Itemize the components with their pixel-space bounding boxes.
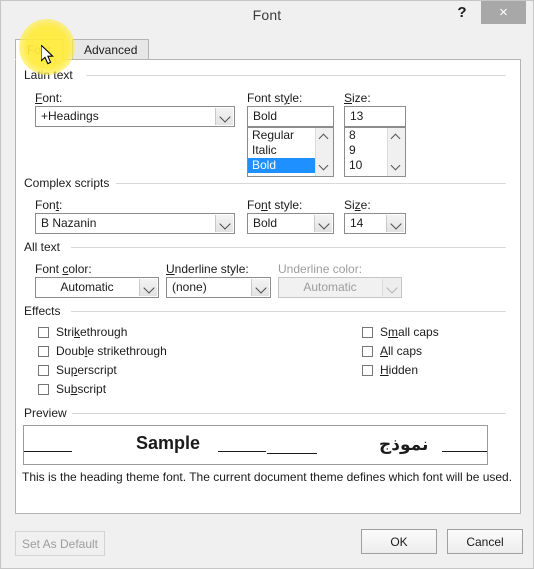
cs-style-value: Bold	[253, 216, 278, 230]
underline-color-label: Underline color:	[278, 262, 363, 276]
cancel-button[interactable]: Cancel	[447, 529, 523, 554]
scroll-down-icon[interactable]	[316, 159, 333, 175]
cs-style-combo[interactable]: Bold	[247, 213, 334, 234]
cs-size-combo[interactable]: 14	[344, 213, 406, 234]
underline-color-combo: Automatic	[278, 277, 402, 298]
font-tab-panel: Latin text Font: +Headings Font style: B…	[15, 59, 521, 514]
font-color-label: Font color:	[35, 262, 92, 276]
cs-font-label: Font:	[35, 198, 63, 212]
latin-size-input[interactable]: 13	[344, 106, 406, 127]
group-rule-all-text	[71, 247, 506, 248]
latin-style-scrollbar[interactable]	[315, 128, 333, 176]
group-label-all-text: All text	[24, 240, 66, 254]
checkbox-icon[interactable]	[38, 384, 49, 395]
close-icon[interactable]: ×	[481, 1, 526, 24]
checkbox-icon[interactable]	[362, 346, 373, 357]
preview-latin-sample: Sample	[136, 433, 201, 453]
latin-style-listbox[interactable]: Regular Italic Bold	[247, 127, 334, 177]
preview-complex-sample: نموذج	[379, 435, 429, 455]
chevron-down-icon[interactable]	[314, 215, 332, 232]
tab-font[interactable]: Font	[15, 39, 64, 60]
list-item[interactable]: Bold	[248, 158, 316, 173]
checkbox-icon[interactable]	[38, 346, 49, 357]
list-item[interactable]: 8	[345, 128, 388, 143]
group-rule-complex-scripts	[116, 183, 506, 184]
chevron-down-icon[interactable]	[139, 279, 157, 296]
font-color-value: Automatic	[60, 280, 114, 294]
chevron-down-icon	[382, 279, 400, 296]
checkbox-icon[interactable]	[362, 365, 373, 376]
cs-font-value: B Nazanin	[41, 216, 97, 230]
scroll-up-icon[interactable]	[316, 129, 333, 145]
checkbox-label: Strikethrough	[56, 325, 128, 339]
cs-size-value: 14	[350, 216, 364, 230]
underline-style-value: (none)	[172, 280, 207, 294]
preview-dash	[267, 452, 317, 454]
tab-strip: Font Advanced	[15, 39, 521, 60]
checkbox-icon[interactable]	[38, 327, 49, 338]
latin-style-value: Bold	[253, 109, 278, 123]
latin-size-listbox[interactable]: 8 9 10	[344, 127, 406, 177]
cs-font-combo[interactable]: B Nazanin	[35, 213, 235, 234]
ok-button[interactable]: OK	[361, 529, 437, 554]
latin-size-label: Size:	[344, 91, 371, 105]
title-bar: Font ? ×	[1, 1, 533, 29]
list-item[interactable]: Regular	[248, 128, 316, 143]
cs-size-label: Size:	[344, 198, 371, 212]
latin-size-list-items: 8 9 10	[345, 128, 388, 176]
group-rule-effects	[71, 311, 506, 312]
list-item[interactable]: Italic	[248, 143, 316, 158]
help-icon[interactable]: ?	[449, 1, 475, 25]
checkbox-icon[interactable]	[38, 365, 49, 376]
tab-advanced[interactable]: Advanced	[72, 39, 150, 60]
list-item[interactable]: 10	[345, 158, 388, 173]
underline-style-label: Underline style:	[166, 262, 249, 276]
cs-style-label: Font style:	[247, 198, 303, 212]
group-label-preview: Preview	[24, 406, 72, 420]
font-dialog: Font ? × Font Advanced Latin text Font: …	[0, 0, 534, 569]
chevron-down-icon[interactable]	[251, 279, 269, 296]
checkbox-label: All caps	[380, 344, 423, 358]
scroll-down-icon[interactable]	[388, 159, 405, 175]
latin-style-input[interactable]: Bold	[247, 106, 334, 127]
chevron-down-icon[interactable]	[215, 108, 233, 125]
latin-font-combo[interactable]: +Headings	[35, 106, 235, 127]
latin-size-value: 13	[350, 109, 364, 123]
scroll-up-icon[interactable]	[388, 129, 405, 145]
checkbox-label: Small caps	[380, 325, 439, 339]
chevron-down-icon[interactable]	[386, 215, 404, 232]
checkbox-label: Superscript	[56, 363, 117, 377]
preview-dash	[24, 450, 72, 452]
latin-font-value: +Headings	[41, 109, 99, 123]
set-as-default-button: Set As Default	[15, 531, 105, 556]
underline-color-value: Automatic	[303, 280, 357, 294]
latin-size-scrollbar[interactable]	[387, 128, 405, 176]
checkbox-icon[interactable]	[362, 327, 373, 338]
chevron-down-icon[interactable]	[215, 215, 233, 232]
preview-dash	[442, 450, 487, 452]
list-item[interactable]: 9	[345, 143, 388, 158]
underline-style-combo[interactable]: (none)	[166, 277, 271, 298]
group-label-effects: Effects	[24, 304, 66, 318]
group-rule-preview	[71, 413, 506, 414]
latin-font-label: Font:	[35, 91, 63, 105]
latin-style-list-items: Regular Italic Bold	[248, 128, 316, 176]
checkbox-label: Double strikethrough	[56, 344, 167, 358]
latin-style-label: Font style:	[247, 91, 303, 105]
preview-dash	[218, 450, 266, 452]
checkbox-label: Subscript	[56, 382, 107, 396]
checkbox-label: Hidden	[380, 363, 419, 377]
preview-note: This is the heading theme font. The curr…	[22, 470, 513, 484]
group-rule-latin-text	[86, 75, 506, 76]
group-label-latin-text: Latin text	[24, 68, 78, 82]
group-label-complex-scripts: Complex scripts	[24, 176, 115, 190]
preview-box: Sample نموذج	[23, 425, 488, 465]
font-color-combo[interactable]: Automatic	[35, 277, 159, 298]
